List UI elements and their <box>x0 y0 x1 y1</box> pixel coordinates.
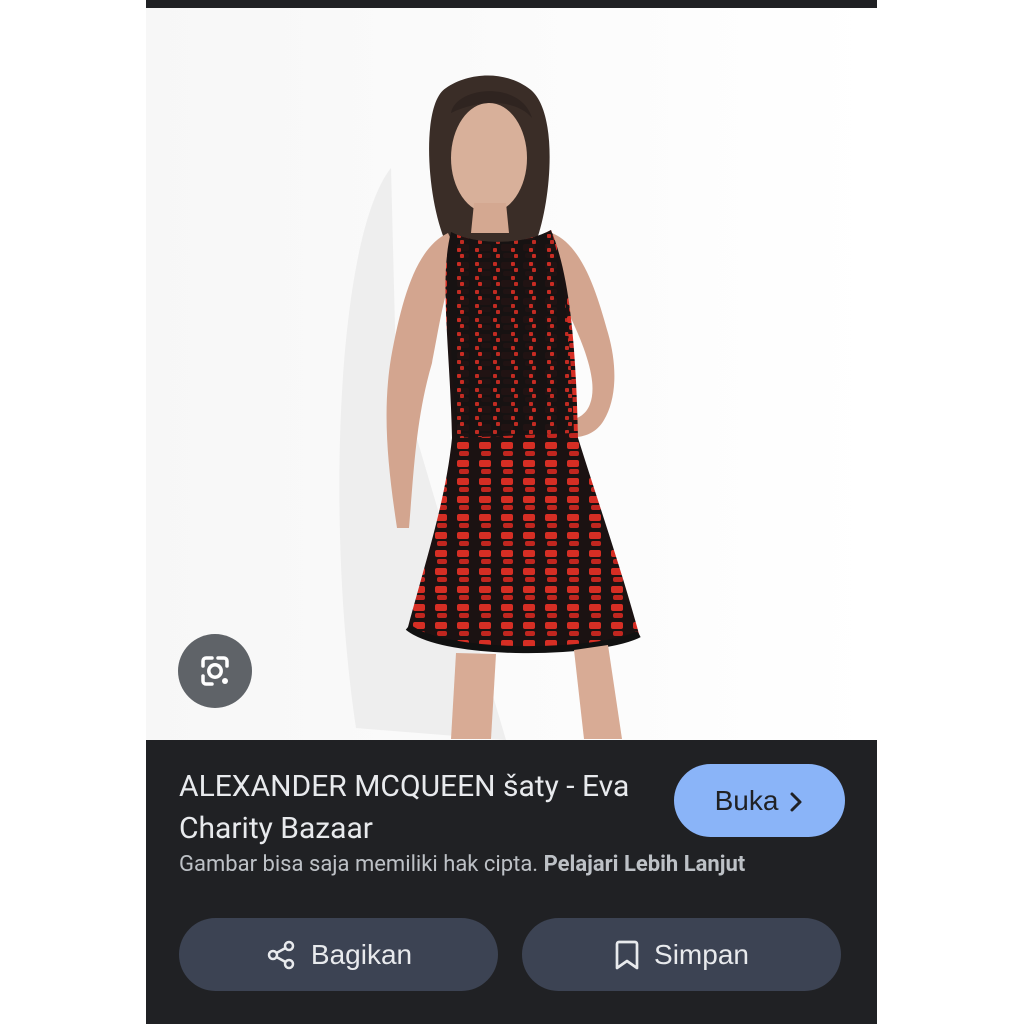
image-viewer: ALEXANDER MCQUEEN šaty - Eva Charity Baz… <box>146 0 877 1024</box>
open-button-label: Buka <box>714 784 779 816</box>
share-button-label: Bagikan <box>310 938 413 970</box>
open-button[interactable]: Buka <box>674 764 845 837</box>
share-icon <box>267 940 295 969</box>
lens-search-button[interactable] <box>178 634 252 708</box>
lens-icon <box>201 656 229 686</box>
learn-more-link[interactable]: Pelajari Lebih Lanjut <box>544 852 746 877</box>
bookmark-icon <box>615 940 639 969</box>
copyright-notice: Gambar bisa saja memiliki hak cipta. Pel… <box>179 852 745 877</box>
save-button[interactable]: Simpan <box>522 918 841 991</box>
copyright-text: Gambar bisa saja memiliki hak cipta. <box>179 852 539 877</box>
result-title[interactable]: ALEXANDER MCQUEEN šaty - Eva Charity Baz… <box>179 766 649 850</box>
result-panel: ALEXANDER MCQUEEN šaty - Eva Charity Baz… <box>146 740 877 1024</box>
share-button[interactable]: Bagikan <box>179 918 498 991</box>
dress-photo <box>146 8 877 740</box>
save-button-label: Simpan <box>654 938 749 970</box>
chevron-right-icon <box>790 792 802 811</box>
product-image[interactable] <box>146 8 877 740</box>
top-bar <box>146 0 877 8</box>
